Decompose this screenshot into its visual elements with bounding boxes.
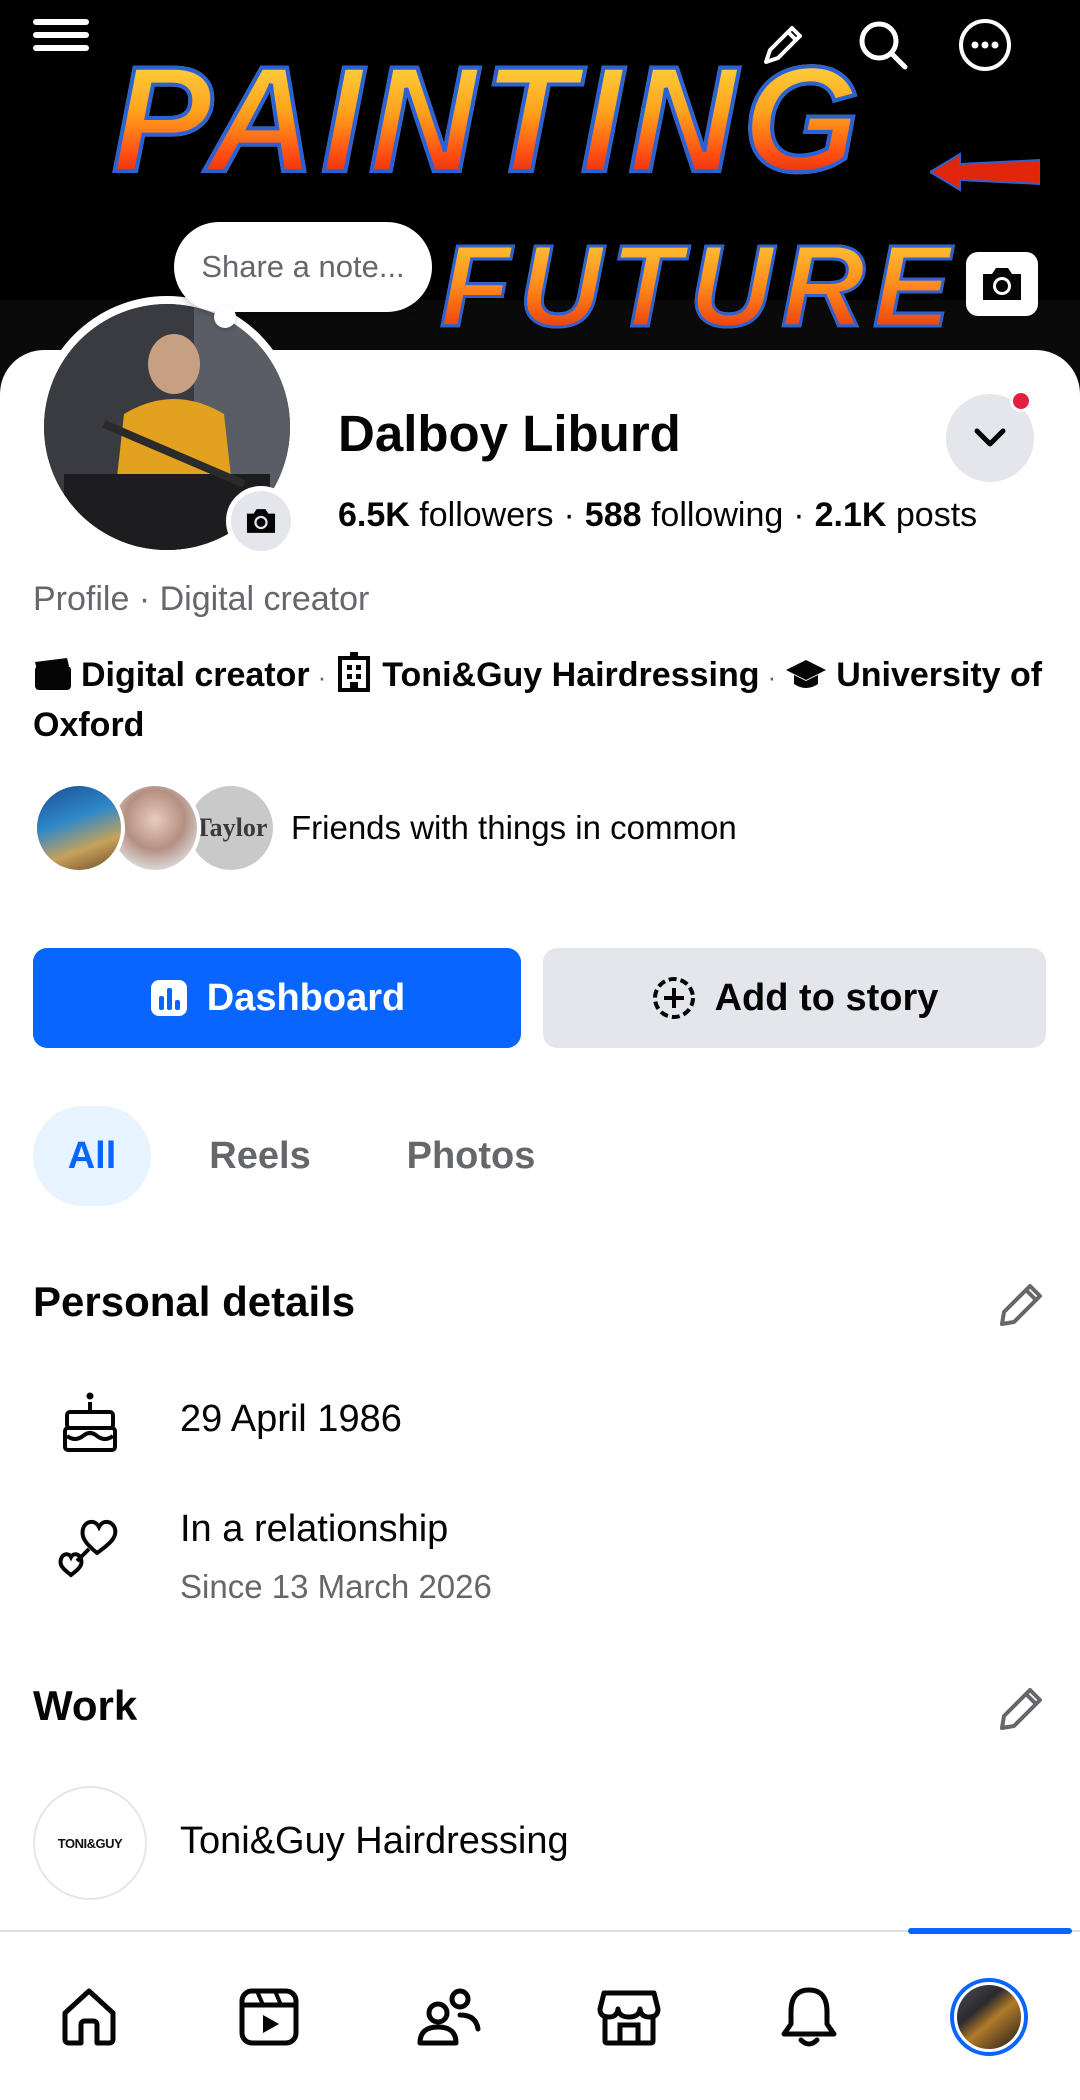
nav-video[interactable]: [224, 1972, 314, 2062]
relationship-status: In a relationship: [180, 1508, 449, 1550]
followers-count[interactable]: 6.5K: [338, 496, 410, 534]
active-tab-indicator: [908, 1928, 1072, 1934]
profile-avatar: [950, 1978, 1028, 2056]
intro-category: Digital creator: [81, 656, 310, 694]
marketplace-icon: [597, 1990, 661, 2046]
video-icon: [239, 1988, 299, 2046]
notification-dot: [1010, 390, 1032, 412]
menu-icon[interactable]: [26, 0, 96, 70]
nav-profile[interactable]: [944, 1972, 1034, 2062]
notifications-icon: [781, 1987, 837, 2047]
intro-workplace: Toni&Guy Hairdressing: [382, 656, 760, 694]
graduation-cap-icon: [784, 658, 828, 703]
nav-marketplace[interactable]: [584, 1972, 674, 2062]
tab-all[interactable]: All: [33, 1106, 151, 1206]
more-options-icon[interactable]: [950, 10, 1020, 80]
friend-avatar: [33, 782, 125, 874]
relationship-hearts-icon: [54, 1510, 126, 1582]
birthday-text: 29 April 1986: [180, 1398, 402, 1440]
share-note-bubble[interactable]: Share a note...: [174, 222, 432, 312]
cover-arrow-graphic: [930, 152, 1040, 192]
add-to-story-label: Add to story: [714, 976, 939, 1019]
relationship-since: Since 13 March 2026: [180, 1568, 492, 1605]
cover-title-line-2: FUTURE: [438, 221, 959, 351]
edit-pencil-icon[interactable]: [984, 1674, 1054, 1744]
nav-home[interactable]: [44, 1972, 134, 2062]
profile-subtitle: Profile · Digital creator: [33, 580, 370, 618]
personal-details-title: Personal details: [33, 1278, 356, 1325]
mutual-friends-row[interactable]: Taylor Friends with things in common: [33, 780, 737, 876]
home-icon: [62, 1988, 116, 2046]
clapperboard-icon: [33, 658, 73, 703]
posts-count: 2.1K: [814, 496, 887, 534]
dashboard-label: Dashboard: [206, 976, 406, 1019]
tab-photos[interactable]: Photos: [380, 1106, 562, 1206]
employer-name[interactable]: Toni&Guy Hairdressing: [180, 1820, 569, 1863]
chevron-down-icon: [974, 428, 1006, 447]
nav-notifications[interactable]: [764, 1972, 854, 2062]
employer-logo[interactable]: TONI&GUY: [33, 1786, 147, 1900]
birthday-cake-icon: [54, 1386, 126, 1458]
friend-avatar-text: Taylor: [194, 813, 268, 842]
cover-camera-icon[interactable]: [966, 252, 1038, 316]
following-count[interactable]: 588: [585, 496, 642, 534]
friends-icon: [417, 1988, 481, 2046]
bottom-navigation: [0, 1928, 1080, 2100]
followers-label[interactable]: followers: [419, 496, 553, 534]
note-bubble-tail: [214, 306, 236, 328]
following-label[interactable]: following: [651, 496, 783, 534]
work-title: Work: [33, 1682, 138, 1729]
search-icon[interactable]: [848, 10, 918, 80]
profile-intro: Digital creator · Toni&Guy Hairdressing · Un…: [33, 652, 1043, 747]
employer-logo-text: TONI&GUY: [57, 1835, 123, 1851]
pencil-icon[interactable]: [748, 10, 818, 80]
dashboard-icon: [149, 978, 189, 1018]
building-icon: [334, 652, 374, 703]
dashboard-button[interactable]: Dashboard: [33, 948, 521, 1048]
nav-friends[interactable]: [404, 1972, 494, 2062]
profile-camera-icon[interactable]: [226, 486, 296, 556]
edit-pencil-icon[interactable]: [984, 1270, 1054, 1340]
posts-label: posts: [895, 496, 978, 534]
tab-reels[interactable]: Reels: [184, 1106, 336, 1206]
add-to-story-button[interactable]: Add to story: [543, 948, 1046, 1048]
profile-stats: 6.5K followers · 588 following · 2.1K posts: [338, 496, 978, 534]
profile-name: Dalboy Liburd: [338, 405, 681, 462]
add-story-icon: [651, 975, 697, 1021]
friends-text: Friends with things in common: [291, 809, 737, 846]
